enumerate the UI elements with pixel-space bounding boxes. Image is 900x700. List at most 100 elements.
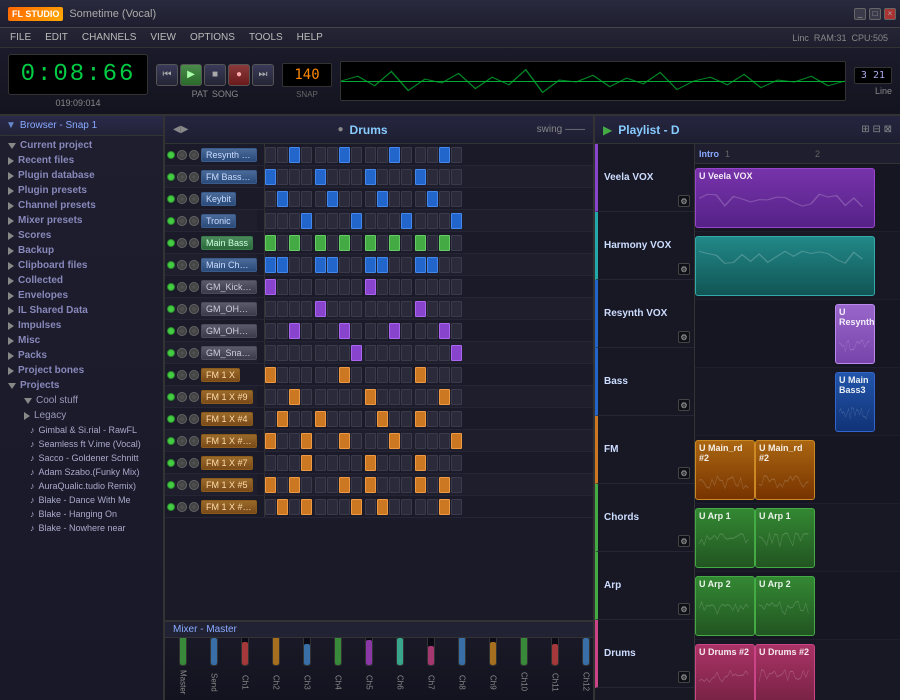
mixer-channel[interactable]: Ch12 [572,638,593,696]
mixer-channel[interactable]: Ch3 [293,638,321,696]
step-button[interactable] [451,191,462,207]
step-button[interactable] [351,455,362,471]
sidebar-item-projects[interactable]: Projects [0,378,163,393]
step-button[interactable] [377,499,388,515]
step-button[interactable] [301,367,312,383]
step-button[interactable] [339,235,350,251]
step-button[interactable] [427,367,438,383]
step-button[interactable] [339,411,350,427]
step-button[interactable] [377,433,388,449]
step-button[interactable] [365,411,376,427]
step-button[interactable] [377,235,388,251]
step-button[interactable] [415,345,426,361]
channel-solo-btn[interactable] [177,326,187,336]
step-button[interactable] [415,499,426,515]
step-button[interactable] [315,433,326,449]
playlist-block[interactable]: U Arp 2 [695,576,755,636]
step-button[interactable] [315,477,326,493]
playlist-track-label[interactable]: Bass ⚙ [595,348,694,416]
channel-solo-btn[interactable] [177,480,187,490]
step-button[interactable] [265,411,276,427]
step-button[interactable] [339,213,350,229]
channel-name-button[interactable]: GM_OHH_013 [201,324,257,338]
step-button[interactable] [451,257,462,273]
step-button[interactable] [277,301,288,317]
step-button[interactable] [339,257,350,273]
step-button[interactable] [339,191,350,207]
step-button[interactable] [265,147,276,163]
play-button[interactable]: ▶ [180,64,202,86]
channel-solo-btn[interactable] [177,194,187,204]
menu-file[interactable]: FILE [4,30,37,45]
mixer-fader[interactable] [582,638,590,666]
step-button[interactable] [351,433,362,449]
step-button[interactable] [427,345,438,361]
step-button[interactable] [389,235,400,251]
step-button[interactable] [451,367,462,383]
step-button[interactable] [401,257,412,273]
step-button[interactable] [327,147,338,163]
channel-solo-btn[interactable] [177,348,187,358]
step-button[interactable] [439,323,450,339]
step-button[interactable] [339,477,350,493]
step-button[interactable] [415,301,426,317]
step-button[interactable] [339,301,350,317]
playlist-track-label[interactable]: FM ⚙ [595,416,694,484]
channel-name-button[interactable]: FM Bass 39 [201,170,257,184]
channel-led[interactable] [167,151,175,159]
step-button[interactable] [315,455,326,471]
channel-solo-btn[interactable] [177,172,187,182]
step-button[interactable] [451,345,462,361]
channel-solo-btn[interactable] [177,436,187,446]
step-button[interactable] [451,477,462,493]
step-button[interactable] [365,191,376,207]
mixer-channel[interactable]: Ch2 [262,638,290,696]
step-button[interactable] [377,411,388,427]
playlist-blocks[interactable]: U Veela VOX U Resynth U Main Bass3 [695,164,900,700]
step-button[interactable] [415,323,426,339]
playlist-block[interactable]: U Resynth [835,304,875,364]
step-button[interactable] [415,367,426,383]
step-button[interactable] [327,367,338,383]
channel-led[interactable] [167,217,175,225]
step-button[interactable] [265,499,276,515]
step-button[interactable] [301,147,312,163]
step-button[interactable] [377,323,388,339]
step-button[interactable] [439,411,450,427]
channel-solo-btn[interactable] [177,238,187,248]
step-button[interactable] [327,455,338,471]
step-button[interactable] [389,367,400,383]
playlist-block[interactable]: U Drums #2 [695,644,755,700]
track-options-button[interactable]: ⚙ [678,195,690,207]
step-button[interactable] [339,345,350,361]
step-button[interactable] [427,389,438,405]
sidebar-item-legacy[interactable]: Legacy [0,408,163,423]
step-button[interactable] [415,477,426,493]
step-button[interactable] [427,455,438,471]
playlist-track-label[interactable]: Veela VOX ⚙ [595,144,694,212]
step-button[interactable] [315,257,326,273]
channel-name-button[interactable]: GM_OHH_014 [201,302,257,316]
step-buttons[interactable] [265,389,591,405]
step-button[interactable] [389,323,400,339]
channel-led[interactable] [167,195,175,203]
step-button[interactable] [365,257,376,273]
step-button[interactable] [301,477,312,493]
tempo-display[interactable]: 140 [282,63,332,87]
step-button[interactable] [301,279,312,295]
step-button[interactable] [289,455,300,471]
step-button[interactable] [389,191,400,207]
step-button[interactable] [439,279,450,295]
step-button[interactable] [415,455,426,471]
step-button[interactable] [265,477,276,493]
step-button[interactable] [265,235,276,251]
step-button[interactable] [401,323,412,339]
step-button[interactable] [289,169,300,185]
step-button[interactable] [401,477,412,493]
channel-led[interactable] [167,261,175,269]
step-button[interactable] [351,169,362,185]
playlist-block[interactable]: U Main_rd #2 [695,440,755,500]
step-button[interactable] [277,477,288,493]
step-button[interactable] [315,213,326,229]
step-button[interactable] [451,169,462,185]
